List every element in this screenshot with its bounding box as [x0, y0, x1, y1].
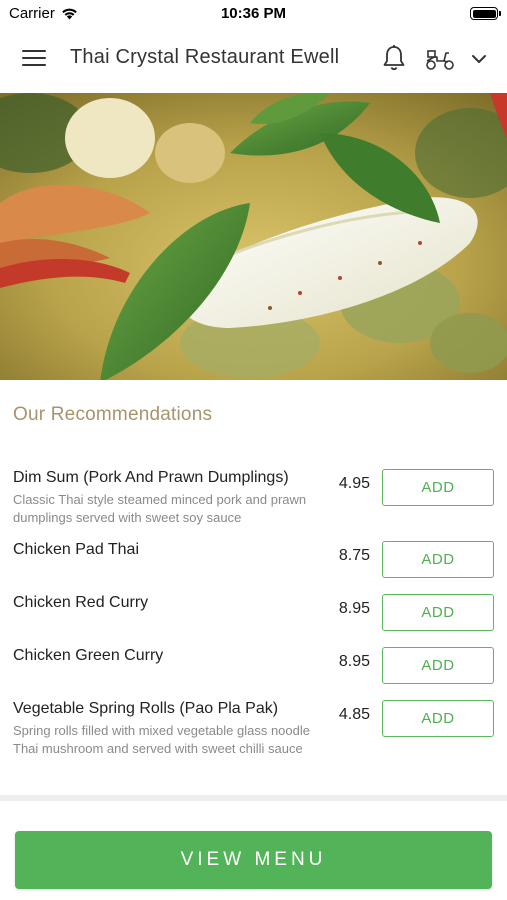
item-name: Chicken Red Curry: [13, 594, 149, 611]
hamburger-menu-icon[interactable]: [22, 50, 46, 68]
app-header: Thai Crystal Restaurant Ewell: [0, 28, 507, 92]
item-price: 8.95: [338, 600, 370, 617]
item-price: 8.75: [338, 547, 370, 564]
item-name: Dim Sum (Pork And Prawn Dumplings): [13, 469, 289, 486]
add-button[interactable]: ADD: [382, 647, 494, 684]
restaurant-title: Thai Crystal Restaurant Ewell: [70, 46, 340, 68]
hero-food-image: [0, 93, 507, 380]
view-menu-button[interactable]: VIEW MENU: [15, 831, 492, 889]
item-price: 4.95: [338, 475, 370, 492]
item-name: Chicken Pad Thai: [13, 541, 139, 558]
battery-icon: [470, 7, 501, 20]
status-time: 10:36 PM: [220, 5, 287, 22]
recommendations-heading: Our Recommendations: [13, 404, 213, 425]
item-price: 8.95: [338, 653, 370, 670]
section-divider: [0, 795, 507, 801]
add-button[interactable]: ADD: [382, 700, 494, 737]
status-bar: Carrier 10:36 PM: [0, 0, 507, 28]
bell-icon[interactable]: [381, 44, 407, 72]
chevron-down-icon[interactable]: [470, 50, 488, 68]
item-price: 4.85: [338, 706, 370, 723]
item-description: Spring rolls filled with mixed vegetable…: [13, 723, 310, 756]
item-description: Classic Thai style steamed minced pork a…: [13, 492, 307, 525]
add-button[interactable]: ADD: [382, 594, 494, 631]
add-button[interactable]: ADD: [382, 541, 494, 578]
add-button[interactable]: ADD: [382, 469, 494, 506]
item-name: Vegetable Spring Rolls (Pao Pla Pak): [13, 700, 279, 717]
item-name: Chicken Green Curry: [13, 647, 164, 664]
scooter-icon[interactable]: [424, 46, 456, 72]
